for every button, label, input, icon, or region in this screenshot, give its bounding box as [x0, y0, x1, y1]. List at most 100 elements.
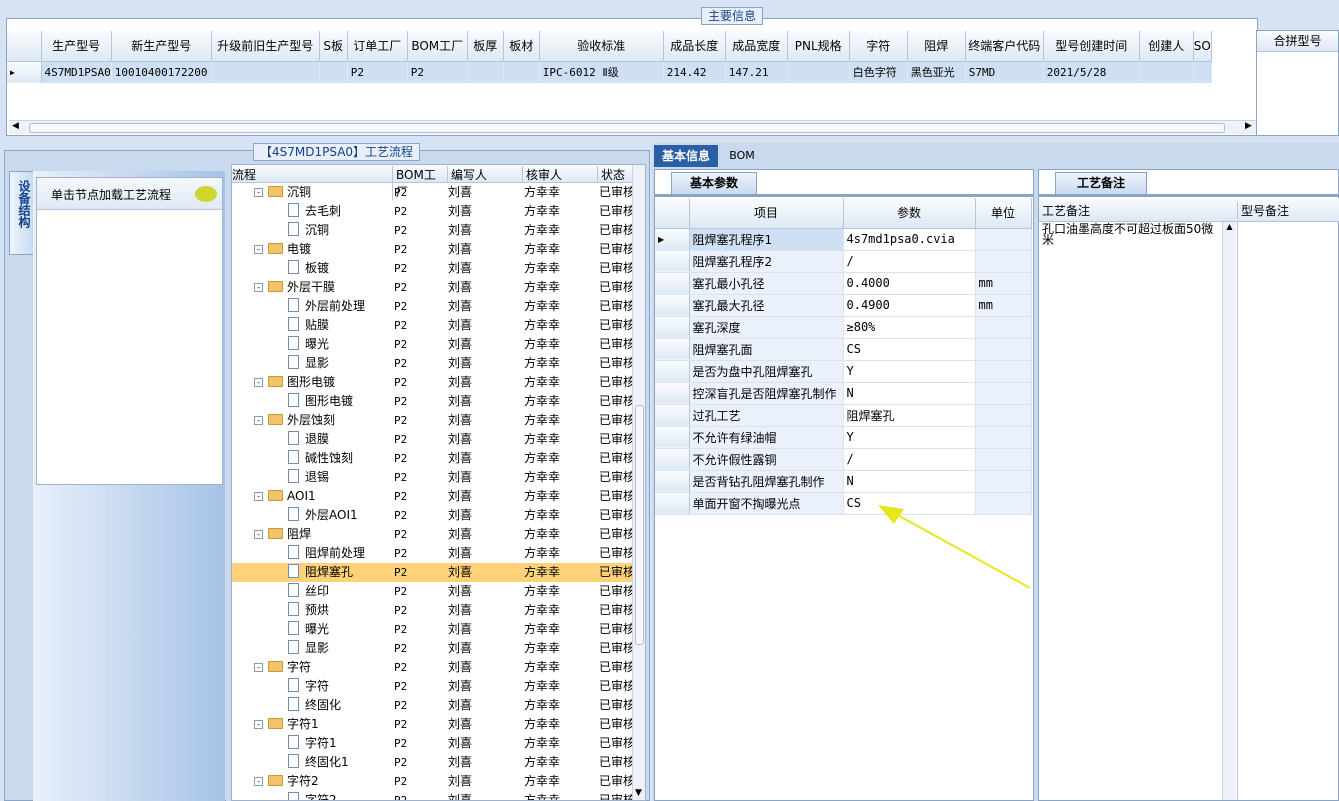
tree-row[interactable]: 去毛刺 P2 刘喜 方幸幸 已审核	[232, 202, 632, 221]
collapse-icon[interactable]: -	[254, 416, 263, 425]
table-row[interactable]: 阻焊塞孔面 CS	[655, 338, 1032, 361]
col-header-value[interactable]: 参数	[843, 198, 976, 229]
collapse-icon[interactable]: -	[254, 245, 263, 254]
col-header-3[interactable]: S板	[319, 31, 348, 62]
col-header-item[interactable]: 项目	[689, 198, 844, 229]
table-row[interactable]: 塞孔最大孔径 0.4900 mm	[655, 294, 1032, 317]
col-header-flow[interactable]: 流程	[232, 166, 256, 183]
col-header-14[interactable]: 终端客户代码	[965, 31, 1044, 62]
col-header-5[interactable]: BOM工厂	[407, 31, 468, 62]
cell-5[interactable]: P2	[407, 61, 468, 83]
param-unit[interactable]	[975, 448, 1032, 471]
tree-row[interactable]: - AOI1 P2 刘喜 方幸幸 已审核	[232, 487, 632, 506]
collapse-icon[interactable]: -	[254, 720, 263, 729]
col-header-16[interactable]: 创建人	[1139, 31, 1194, 62]
collapse-icon[interactable]: -	[254, 530, 263, 539]
tree-row[interactable]: 字符 P2 刘喜 方幸幸 已审核	[232, 677, 632, 696]
cell-0[interactable]: 4S7MD1PSA0	[41, 61, 112, 83]
scroll-down-icon[interactable]: ▼	[635, 788, 642, 798]
tree-row[interactable]: 字符2 P2 刘喜 方幸幸 已审核	[232, 791, 632, 800]
row-header[interactable]	[655, 250, 690, 273]
col-header-10[interactable]: 成品宽度	[725, 31, 788, 62]
tree-row[interactable]: - 字符 P2 刘喜 方幸幸 已审核	[232, 658, 632, 677]
tree-row[interactable]: - 字符1 P2 刘喜 方幸幸 已审核	[232, 715, 632, 734]
tree-row[interactable]: - 沉铜 P2 刘喜 方幸幸 已审核	[232, 183, 632, 202]
cell-3[interactable]	[319, 61, 348, 83]
param-item[interactable]: 是否背钻孔阻焊塞孔制作	[689, 470, 844, 493]
row-header[interactable]	[655, 448, 690, 471]
model-note-area[interactable]	[1237, 222, 1337, 800]
col-header-8[interactable]: 验收标准	[539, 31, 664, 62]
row-header[interactable]	[655, 272, 690, 295]
tree-row[interactable]: - 字符2 P2 刘喜 方幸幸 已审核	[232, 772, 632, 791]
col-header-17[interactable]: SO	[1193, 31, 1212, 62]
param-unit[interactable]	[975, 426, 1032, 449]
cell-10[interactable]: 147.21	[725, 61, 788, 83]
row-header[interactable]	[655, 338, 690, 361]
cell-4[interactable]: P2	[347, 61, 408, 83]
collapse-icon[interactable]: -	[254, 283, 263, 292]
table-row[interactable]: 不允许有绿油帽 Y	[655, 426, 1032, 449]
tree-row[interactable]: 沉铜 P2 刘喜 方幸幸 已审核	[232, 221, 632, 240]
cell-6[interactable]	[467, 61, 504, 83]
param-value[interactable]: 0.4000	[843, 272, 976, 295]
tree-row[interactable]: 外层AOI1 P2 刘喜 方幸幸 已审核	[232, 506, 632, 525]
col-header-0[interactable]: 生产型号	[41, 31, 112, 62]
cell-11[interactable]	[787, 61, 850, 83]
col-header-13[interactable]: 阻焊	[907, 31, 966, 62]
scroll-right-icon[interactable]: ▶	[1245, 121, 1252, 131]
param-item[interactable]: 不允许有绿油帽	[689, 426, 844, 449]
col-header-process-note[interactable]: 工艺备注	[1042, 202, 1090, 219]
param-unit[interactable]	[975, 338, 1032, 361]
param-unit[interactable]	[975, 470, 1032, 493]
table-row[interactable]: 控深盲孔是否阻焊塞孔制作 N	[655, 382, 1032, 405]
param-item[interactable]: 控深盲孔是否阻焊塞孔制作	[689, 382, 844, 405]
cell-17[interactable]	[1193, 61, 1212, 83]
tree-row[interactable]: 显影 P2 刘喜 方幸幸 已审核	[232, 639, 632, 658]
tree-row[interactable]: 板镀 P2 刘喜 方幸幸 已审核	[232, 259, 632, 278]
row-indicator-icon[interactable]: ▶	[655, 228, 690, 251]
param-value[interactable]: 4s7md1psa0.cvia	[843, 228, 976, 251]
col-header-unit[interactable]: 单位	[975, 198, 1032, 229]
param-item[interactable]: 阻焊塞孔程序1	[689, 228, 844, 251]
tree-row[interactable]: 碱性蚀刻 P2 刘喜 方幸幸 已审核	[232, 449, 632, 468]
col-header-model-note[interactable]: 型号备注	[1237, 202, 1289, 219]
row-header[interactable]	[655, 360, 690, 383]
col-header-7[interactable]: 板材	[503, 31, 540, 62]
param-item[interactable]: 塞孔深度	[689, 316, 844, 339]
param-unit[interactable]	[975, 316, 1032, 339]
scroll-left-icon[interactable]: ◀	[12, 121, 19, 131]
table-row[interactable]: 塞孔最小孔径 0.4000 mm	[655, 272, 1032, 295]
table-row[interactable]: 塞孔深度 ≥80%	[655, 316, 1032, 339]
table-row[interactable]: 是否为盘中孔阻焊塞孔 Y	[655, 360, 1032, 383]
tree-row[interactable]: 丝印 P2 刘喜 方幸幸 已审核	[232, 582, 632, 601]
param-item[interactable]: 阻焊塞孔程序2	[689, 250, 844, 273]
tab-notes[interactable]: 工艺备注	[1055, 172, 1147, 194]
tab-basic-info[interactable]: 基本信息	[654, 145, 718, 167]
col-header-9[interactable]: 成品长度	[663, 31, 726, 62]
param-item[interactable]: 塞孔最大孔径	[689, 294, 844, 317]
tree-row[interactable]: 曝光 P2 刘喜 方幸幸 已审核	[232, 620, 632, 639]
table-row[interactable]: 过孔工艺 阻焊塞孔	[655, 404, 1032, 427]
col-header-status[interactable]: 状态	[597, 166, 637, 183]
param-unit[interactable]	[975, 250, 1032, 273]
tree-row[interactable]: - 电镀 P2 刘喜 方幸幸 已审核	[232, 240, 632, 259]
cell-13[interactable]: 黑色亚光	[907, 61, 966, 83]
param-unit[interactable]	[975, 382, 1032, 405]
row-header[interactable]	[655, 426, 690, 449]
param-value[interactable]: Y	[843, 426, 976, 449]
tree-vscrollbar[interactable]: ▼	[632, 165, 645, 800]
row-header[interactable]	[655, 470, 690, 493]
col-header-writer[interactable]: 编写人	[447, 166, 522, 183]
tree-row[interactable]: 退膜 P2 刘喜 方幸幸 已审核	[232, 430, 632, 449]
tree-row[interactable]: - 外层干膜 P2 刘喜 方幸幸 已审核	[232, 278, 632, 297]
tree-row[interactable]: 字符1 P2 刘喜 方幸幸 已审核	[232, 734, 632, 753]
param-value[interactable]: ≥80%	[843, 316, 976, 339]
tree-row[interactable]: 曝光 P2 刘喜 方幸幸 已审核	[232, 335, 632, 354]
tree-row[interactable]: 显影 P2 刘喜 方幸幸 已审核	[232, 354, 632, 373]
tab-bom[interactable]: BOM	[722, 145, 762, 167]
cell-8[interactable]: IPC-6012 Ⅱ级	[539, 61, 664, 83]
param-value[interactable]: CS	[843, 338, 976, 361]
cell-1[interactable]: 10010400172200	[111, 61, 212, 83]
table-row[interactable]: 不允许假性露铜 /	[655, 448, 1032, 471]
